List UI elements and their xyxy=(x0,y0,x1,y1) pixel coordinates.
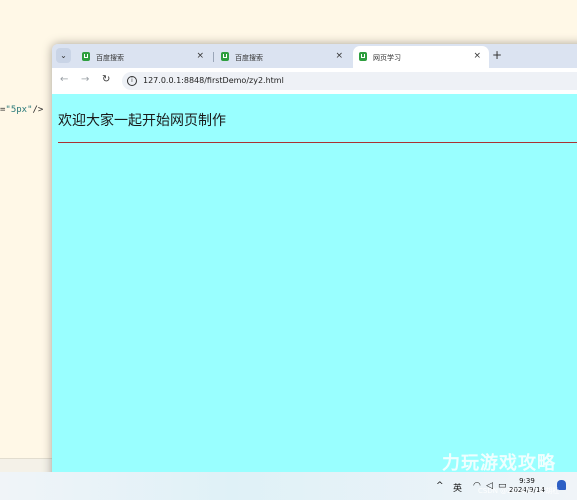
tab-separator xyxy=(213,52,214,62)
url-text[interactable]: 127.0.0.1:8848/firstDemo/zy2.html xyxy=(143,76,284,85)
page-viewport: 欢迎大家一起开始网页制作 xyxy=(52,94,577,484)
close-icon[interactable]: × xyxy=(335,51,343,61)
favicon-icon xyxy=(359,52,367,61)
close-icon[interactable]: × xyxy=(196,51,204,61)
browser-window: ⌄ 百度搜索 × 百度搜索 × 网页学习 × + ← → ↻ i 127.0.0… xyxy=(52,44,577,484)
horizontal-rule xyxy=(58,142,577,143)
browser-toolbar: ← → ↻ i 127.0.0.1:8848/firstDemo/zy2.htm… xyxy=(52,68,577,94)
tab-baidu-search-2[interactable]: 百度搜索 × xyxy=(215,46,351,68)
ime-indicator[interactable]: 英 xyxy=(453,481,462,494)
code-tag-close: /> xyxy=(32,105,44,115)
new-tab-button[interactable]: + xyxy=(492,48,502,62)
clock-time: 9:39 xyxy=(519,477,535,485)
csdn-watermark: CSDN @2024/9/14 胡杜 xyxy=(478,487,560,495)
address-bar[interactable]: i 127.0.0.1:8848/firstDemo/zy2.html ⊕ xyxy=(122,72,577,90)
favicon-icon xyxy=(82,52,90,61)
watermark: 力玩游戏攻略 xyxy=(442,453,556,474)
tab-title: 百度搜索 xyxy=(96,54,124,62)
page-heading: 欢迎大家一起开始网页制作 xyxy=(58,113,226,129)
chevron-up-icon[interactable]: ^ xyxy=(436,481,444,491)
reload-icon[interactable]: ↻ xyxy=(102,74,110,85)
code-line: ="5px"/> xyxy=(0,105,43,115)
back-arrow-icon[interactable]: ← xyxy=(60,74,68,85)
favicon-icon xyxy=(221,52,229,61)
info-icon[interactable]: i xyxy=(127,76,137,86)
chevron-down-icon[interactable]: ⌄ xyxy=(56,48,71,63)
code-string: "5px" xyxy=(5,105,33,115)
tab-strip: ⌄ 百度搜索 × 百度搜索 × 网页学习 × + xyxy=(52,44,577,68)
tab-baidu-search-1[interactable]: 百度搜索 × xyxy=(76,46,212,68)
forward-arrow-icon[interactable]: → xyxy=(81,74,89,85)
tab-web-learning[interactable]: 网页学习 × xyxy=(353,46,489,68)
tab-title: 百度搜索 xyxy=(235,54,263,62)
close-icon[interactable]: × xyxy=(473,51,481,61)
tab-title: 网页学习 xyxy=(373,54,401,62)
editor-status-bar xyxy=(0,458,52,473)
